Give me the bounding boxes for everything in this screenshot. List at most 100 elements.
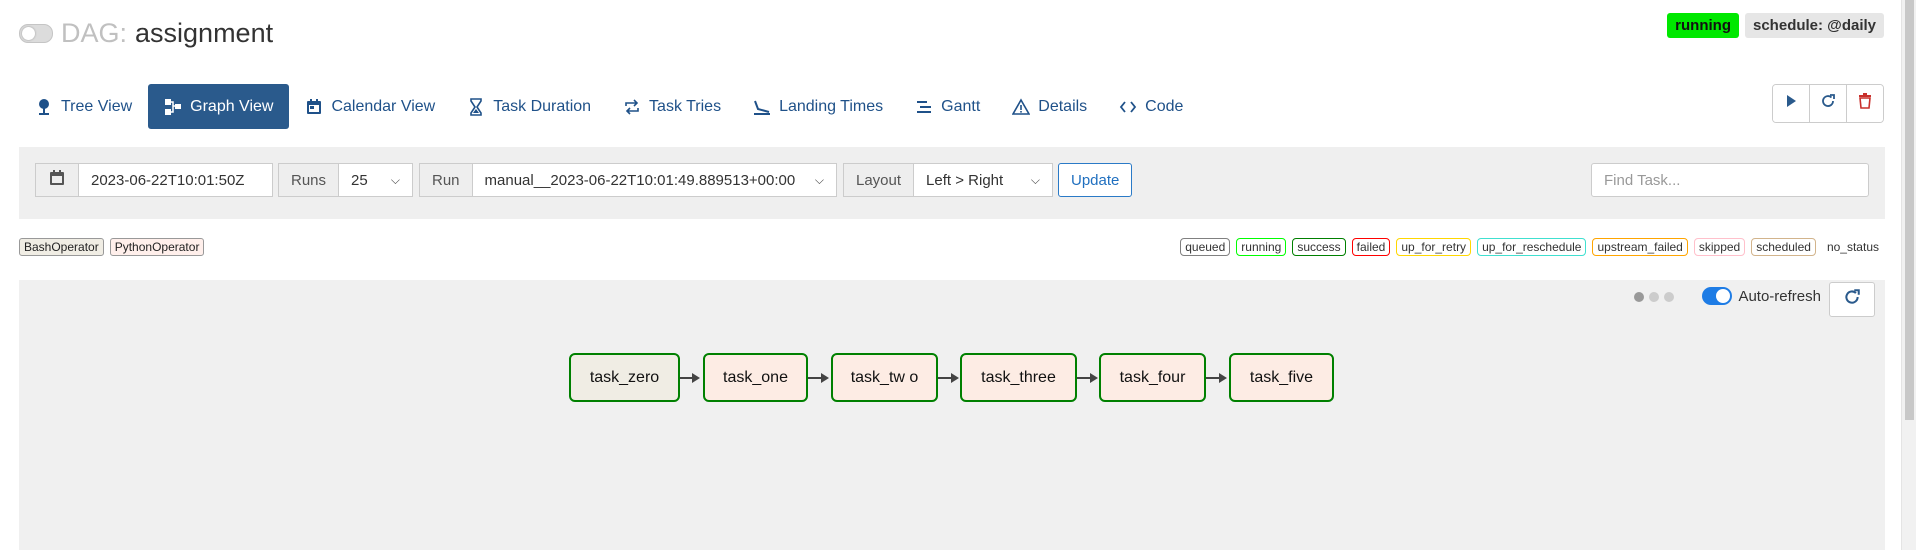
tab-label: Calendar View [331,97,436,115]
tab-task-tries[interactable]: Task Tries [607,84,737,129]
runs-value: 25 [351,171,368,189]
loading-dot [1649,292,1659,302]
tab-label: Graph View [190,97,274,115]
task-edge [680,377,692,379]
header-badges: running schedule: @daily [1667,13,1884,38]
tab-label: Landing Times [779,97,884,115]
view-tabs: Tree View Graph View Calendar View Task … [19,84,1199,129]
refresh-icon [1820,93,1836,114]
dag-pause-toggle[interactable] [19,24,53,43]
loading-dots [1634,292,1674,302]
find-task-input[interactable]: Find Task... [1591,163,1869,197]
task-edge [1077,377,1090,379]
run-value: manual__2023-06-22T10:01:49.889513+00:00 [484,171,796,189]
tab-label: Tree View [61,97,133,115]
gantt-icon [915,98,933,116]
tree-icon [35,98,53,116]
refresh-dag-button[interactable] [1810,85,1847,122]
status-badge: running [1667,13,1739,38]
task-node-task-three[interactable]: task_three [960,353,1077,402]
tab-label: Details [1038,97,1088,115]
loading-dot [1664,292,1674,302]
graph-controls-bar: 2023-06-22T10:01:50Z Runs 25 ⌵ Run manual… [19,147,1885,219]
tab-calendar-view[interactable]: Calendar View [289,84,451,129]
calendar-icon [305,98,323,116]
state-failed[interactable]: failed [1351,238,1391,256]
layout-select[interactable]: Layout Left > Right ⌵ [843,163,1053,197]
refresh-icon [1843,288,1861,311]
state-scheduled[interactable]: scheduled [1751,238,1816,256]
chevron-down-icon: ⌵ [390,172,400,187]
state-upstream-failed[interactable]: upstream_failed [1592,238,1688,256]
tab-tree-view[interactable]: Tree View [19,84,148,129]
operator-python: PythonOperator [109,238,205,256]
task-edge [808,377,821,379]
hourglass-icon [467,97,485,116]
auto-refresh-toggle[interactable]: Auto-refresh [1702,287,1821,305]
tab-graph-view[interactable]: Graph View [148,84,290,129]
task-node-task-two[interactable]: task_tw o [831,353,938,402]
state-skipped[interactable]: skipped [1693,238,1746,256]
delete-dag-button[interactable] [1847,85,1883,122]
arrow-icon [821,373,829,383]
state-up-for-retry[interactable]: up_for_retry [1396,238,1472,256]
task-node-task-four[interactable]: task_four [1099,353,1206,402]
task-node-task-five[interactable]: task_five [1229,353,1334,402]
layout-label: Layout [844,164,915,196]
tab-gantt[interactable]: Gantt [899,84,996,129]
tab-label: Task Duration [493,97,592,115]
dag-header: DAG: assignment [19,18,273,49]
run-value-wrap: manual__2023-06-22T10:01:49.889513+00:00… [473,172,836,189]
operator-bash: BashOperator [19,238,104,256]
run-select[interactable]: Run manual__2023-06-22T10:01:49.889513+0… [419,163,837,197]
state-up-for-reschedule[interactable]: up_for_reschedule [1477,238,1587,256]
update-button[interactable]: Update [1058,163,1133,197]
trash-icon [1858,93,1872,114]
run-label: Run [420,164,473,196]
scrollbar-thumb[interactable] [1905,0,1914,420]
auto-refresh-switch[interactable] [1702,287,1733,305]
layout-value-wrap: Left > Right ⌵ [914,172,1052,189]
dag-action-buttons [1772,84,1884,123]
code-icon [1119,98,1137,116]
state-queued[interactable]: queued [1180,238,1231,256]
tab-label: Code [1145,97,1184,115]
operator-legend: BashOperator PythonOperator [19,238,205,256]
tab-task-duration[interactable]: Task Duration [451,84,607,129]
play-icon [1784,94,1798,113]
calendar-icon [48,169,66,191]
state-no-status[interactable]: no_status [1821,238,1884,256]
task-edge [938,377,951,379]
task-node-task-one[interactable]: task_one [703,353,808,402]
runs-label: Runs [279,164,340,196]
arrow-icon [1219,373,1227,383]
landing-icon [753,98,771,116]
tab-details[interactable]: Details [996,84,1103,129]
tab-landing-times[interactable]: Landing Times [737,84,899,129]
state-running[interactable]: running [1236,238,1287,256]
state-legend: queued running success failed up_for_ret… [1180,238,1884,256]
loading-dot [1634,292,1644,302]
auto-refresh-label: Auto-refresh [1738,287,1821,305]
page-scrollbar[interactable] [1901,0,1916,550]
runs-value-wrap: 25 ⌵ [339,172,412,189]
dag-title: assignment [135,18,274,48]
dag-prefix: DAG: [61,18,128,48]
retry-icon [623,98,641,116]
layout-value: Left > Right [926,171,1004,189]
tab-label: Gantt [941,97,981,115]
graph-refresh-button[interactable] [1829,282,1875,317]
base-date-picker[interactable]: 2023-06-22T10:01:50Z [35,163,273,197]
chevron-down-icon: ⌵ [1030,172,1040,187]
base-date-value: 2023-06-22T10:01:50Z [91,171,245,189]
tab-code[interactable]: Code [1103,84,1199,129]
tab-label: Task Tries [649,97,722,115]
task-node-task-zero[interactable]: task_zero [569,353,680,402]
calendar-addon [36,164,79,196]
runs-select[interactable]: Runs 25 ⌵ [278,163,413,197]
graph-canvas[interactable]: Auto-refresh task_zero task_one task_tw … [19,280,1885,550]
graph-icon [164,98,182,116]
trigger-dag-button[interactable] [1773,85,1810,122]
state-success[interactable]: success [1292,238,1346,256]
task-edge [1206,377,1219,379]
